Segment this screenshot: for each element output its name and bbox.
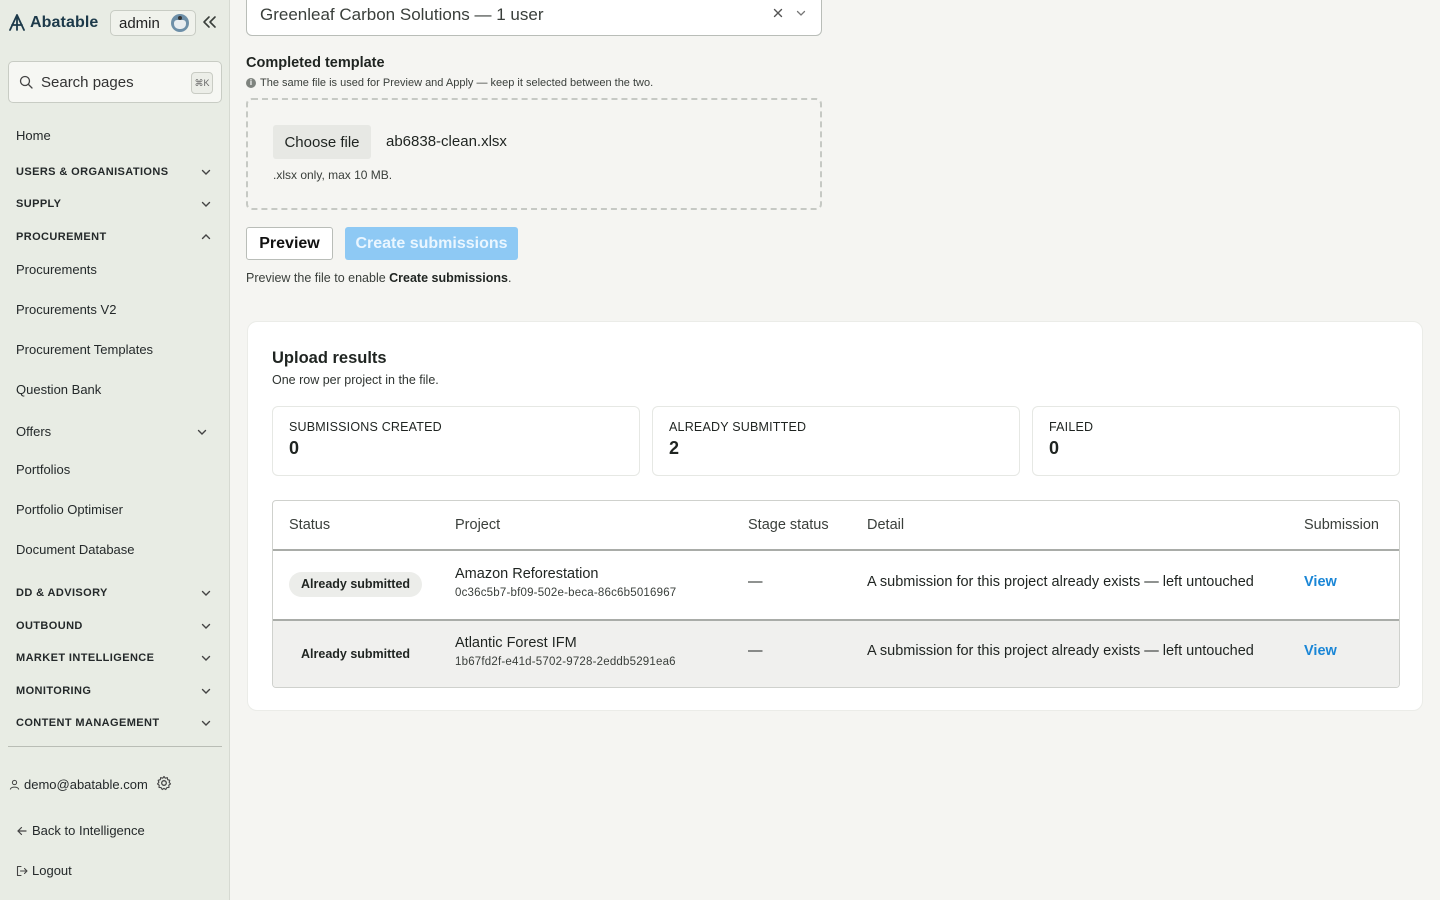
organisation-select[interactable]: Greenleaf Carbon Solutions — 1 user — [246, 0, 822, 36]
sidebar-section-content-management[interactable]: CONTENT MANAGEMENT — [16, 713, 216, 733]
sidebar-section-procurement[interactable]: PROCUREMENT — [16, 227, 216, 247]
file-format-hint: .xlsx only, max 10 MB. — [273, 168, 393, 182]
choose-file-button[interactable]: Choose file — [273, 125, 371, 159]
sidebar-section-monitoring[interactable]: MONITORING — [16, 681, 216, 701]
sidebar-item-portfolios[interactable]: Portfolios — [16, 460, 216, 480]
collapse-sidebar-icon[interactable] — [201, 13, 217, 31]
search-placeholder: Search pages — [41, 73, 134, 91]
column-header-stage-status: Stage status — [748, 517, 829, 533]
stat-submissions-created: SUBMISSIONS CREATED 0 — [272, 406, 640, 476]
admin-label: admin — [119, 14, 160, 32]
gear-icon[interactable] — [156, 775, 172, 791]
chevron-down-icon — [201, 201, 211, 207]
status-badge: Already submitted — [289, 572, 423, 597]
upload-results-subtitle: One row per project in the file. — [272, 373, 439, 387]
project-name: Atlantic Forest IFM — [455, 635, 577, 651]
file-dropzone[interactable]: Choose file ab6838-clean.xlsx .xlsx only… — [246, 98, 822, 210]
organisation-select-value: Greenleaf Carbon Solutions — 1 user — [260, 5, 544, 24]
sidebar-section-outbound[interactable]: OUTBOUND — [16, 616, 216, 636]
stat-label: FAILED — [1049, 420, 1094, 434]
table-row: Already submitted Amazon Reforestation 0… — [273, 551, 1399, 620]
stat-value: 0 — [289, 438, 300, 458]
sidebar-section-supply[interactable]: SUPPLY — [16, 194, 216, 214]
stage-status: — — [748, 643, 763, 659]
preview-button[interactable]: Preview — [246, 227, 333, 260]
chevron-down-icon — [201, 623, 211, 629]
stat-label: SUBMISSIONS CREATED — [289, 420, 442, 434]
sidebar-section-market-intelligence[interactable]: MARKET INTELLIGENCE — [16, 648, 216, 668]
brand-name: Abatable — [30, 14, 99, 31]
row-detail: A submission for this project already ex… — [867, 643, 1254, 659]
chevron-down-icon[interactable] — [795, 7, 807, 19]
preview-hint: Preview the file to enable Create submis… — [246, 271, 512, 285]
table-row: Already submitted Atlantic Forest IFM 1b… — [273, 619, 1399, 687]
clear-icon[interactable] — [771, 6, 785, 20]
search-shortcut: ⌘K — [191, 72, 213, 94]
row-detail: A submission for this project already ex… — [867, 574, 1254, 590]
sidebar-item-document-database[interactable]: Document Database — [16, 540, 216, 560]
chevron-down-icon — [201, 655, 211, 661]
chevron-down-icon — [201, 720, 211, 726]
info-icon: i — [246, 78, 256, 88]
sidebar-item-home[interactable]: Home — [16, 126, 216, 146]
sidebar-item-procurements[interactable]: Procurements — [16, 260, 216, 280]
person-icon — [9, 779, 20, 790]
stat-already-submitted: ALREADY SUBMITTED 2 — [652, 406, 1020, 476]
chevron-down-icon — [201, 169, 211, 175]
stat-label: ALREADY SUBMITTED — [669, 420, 807, 434]
admin-avatar — [171, 14, 189, 32]
admin-switcher[interactable]: admin — [110, 10, 196, 36]
status-badge: Already submitted — [301, 647, 411, 661]
sidebar-item-question-bank[interactable]: Question Bank — [16, 380, 216, 400]
chevron-down-icon — [197, 429, 207, 435]
project-id: 0c36c5b7-bf09-502e-beca-86c6b5016967 — [455, 587, 677, 599]
sidebar: Abatable admin Search pages ⌘K Home USER… — [0, 0, 230, 900]
logout-link[interactable]: Logout — [16, 861, 72, 881]
project-name: Amazon Reforestation — [455, 566, 599, 582]
column-header-detail: Detail — [867, 517, 905, 533]
results-table: Status Project Stage status Detail Submi… — [272, 500, 1400, 688]
project-id: 1b67fd2f-e41d-5702-9728-2eddb5291ea6 — [455, 656, 676, 668]
stage-status: — — [748, 574, 763, 590]
upload-results-card: Upload results One row per project in th… — [247, 321, 1423, 711]
search-pages-input[interactable]: Search pages ⌘K — [8, 61, 222, 103]
sidebar-item-procurement-templates[interactable]: Procurement Templates — [16, 340, 216, 360]
search-icon — [19, 75, 33, 89]
brand[interactable]: Abatable — [8, 11, 98, 35]
arrow-left-icon — [17, 826, 27, 836]
sidebar-divider — [8, 746, 222, 747]
sidebar-item-procurements-v2[interactable]: Procurements V2 — [16, 300, 216, 320]
sidebar-section-users-organisations[interactable]: USERS & ORGANISATIONS — [16, 162, 216, 182]
upload-results-title: Upload results — [272, 349, 387, 367]
chevron-down-icon — [201, 590, 211, 596]
user-account[interactable]: demo@abatable.com — [9, 774, 148, 794]
column-header-project: Project — [455, 517, 501, 533]
view-submission-link[interactable]: View — [1304, 643, 1337, 659]
sidebar-item-portfolio-optimiser[interactable]: Portfolio Optimiser — [16, 500, 216, 520]
abatable-logo-icon — [9, 14, 25, 31]
chevron-up-icon — [201, 234, 211, 240]
column-header-submission: Submission — [1304, 517, 1379, 533]
user-email: demo@abatable.com — [24, 776, 148, 792]
logout-icon — [16, 865, 28, 877]
template-hint: i The same file is used for Preview and … — [246, 77, 653, 89]
selected-file-name: ab6838-clean.xlsx — [386, 133, 507, 150]
sidebar-item-offers[interactable]: Offers — [16, 422, 216, 442]
completed-template-title: Completed template — [246, 55, 385, 71]
stat-value: 0 — [1049, 438, 1060, 458]
stat-value: 2 — [669, 438, 680, 458]
stat-failed: FAILED 0 — [1032, 406, 1400, 476]
chevron-down-icon — [201, 688, 211, 694]
back-to-intelligence-link[interactable]: Back to Intelligence — [16, 821, 145, 841]
column-header-status: Status — [289, 517, 331, 533]
sidebar-section-dd-advisory[interactable]: DD & ADVISORY — [16, 583, 216, 603]
create-submissions-button[interactable]: Create submissions — [345, 227, 518, 260]
view-submission-link[interactable]: View — [1304, 574, 1337, 590]
